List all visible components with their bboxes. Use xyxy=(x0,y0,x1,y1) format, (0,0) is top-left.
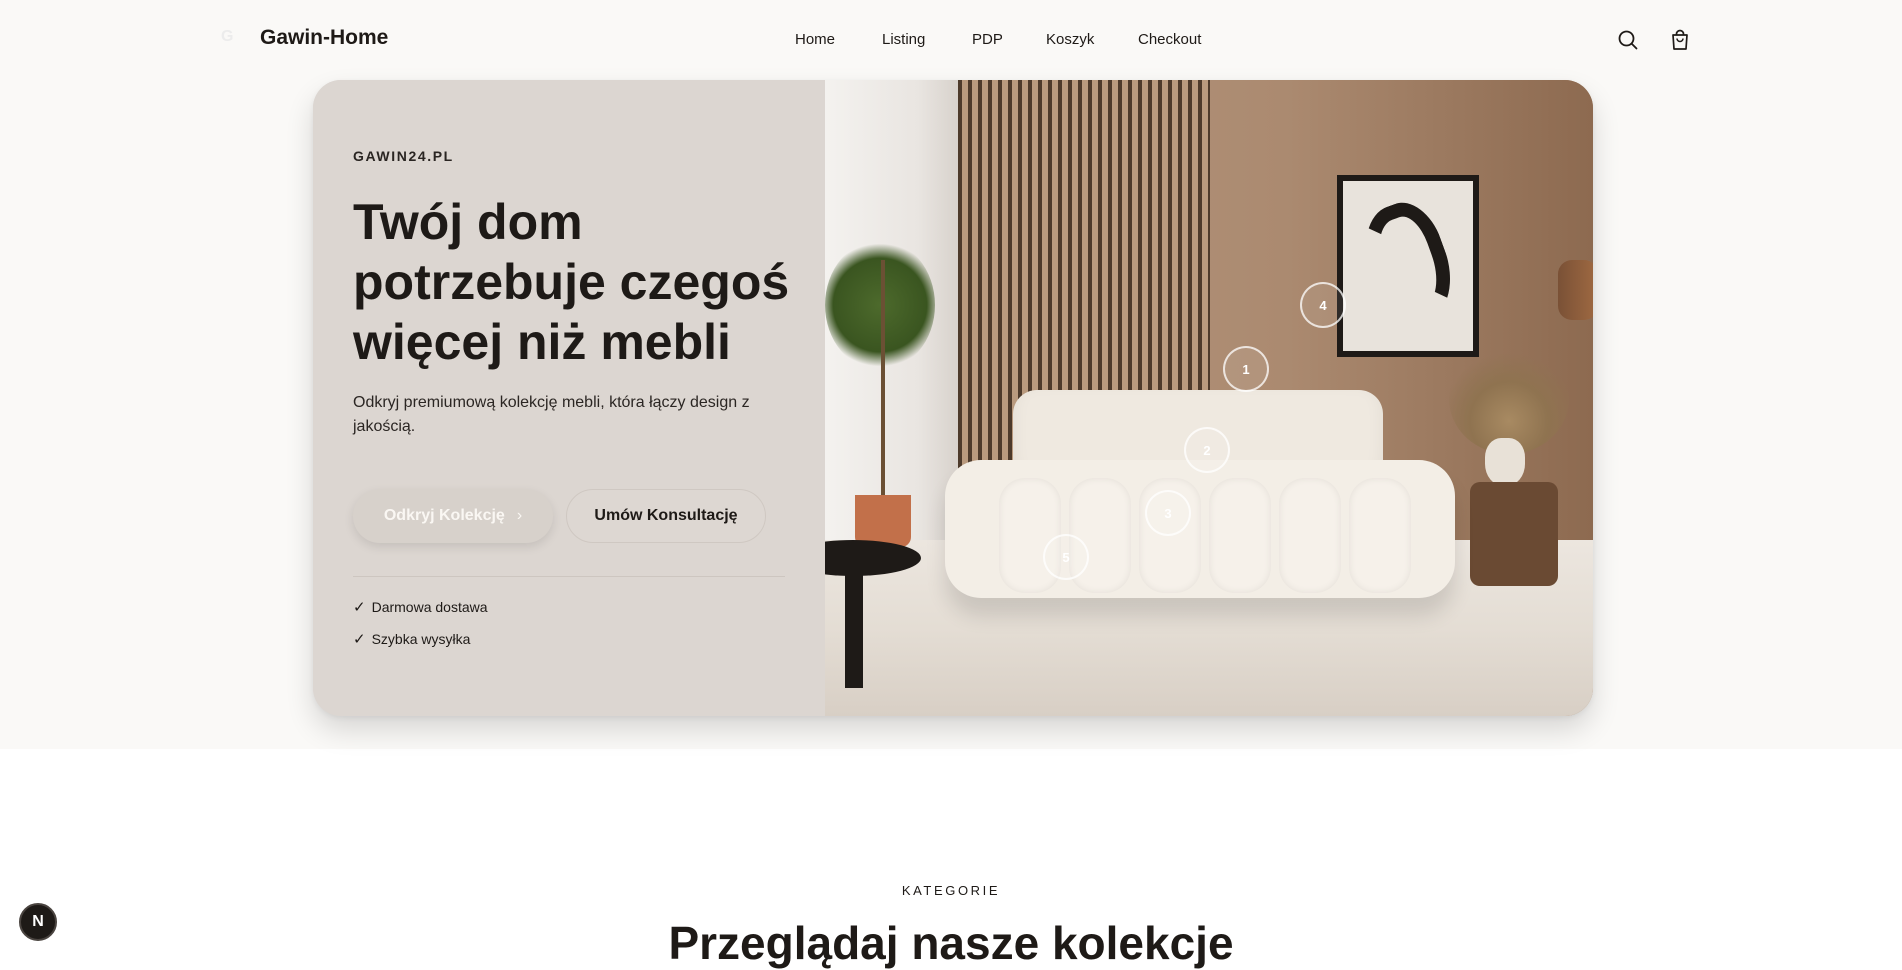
nav-koszyk[interactable]: Koszyk xyxy=(1046,31,1094,48)
hero-eyebrow: GAWIN24.PL xyxy=(353,148,454,164)
divider xyxy=(353,576,785,577)
nav-checkout[interactable]: Checkout xyxy=(1138,31,1201,48)
nav-listing[interactable]: Listing xyxy=(882,31,925,48)
hotspot-1[interactable]: 1 xyxy=(1223,346,1269,392)
vase xyxy=(1485,438,1525,486)
hotspot-4[interactable]: 4 xyxy=(1300,282,1346,328)
plant-stem xyxy=(881,260,885,500)
perk-fast-shipping: ✓ Szybka wysyłka xyxy=(353,630,470,648)
categories-eyebrow: KATEGORIE xyxy=(901,883,1001,898)
side-stool xyxy=(1470,482,1558,586)
perk-free-delivery: ✓ Darmowa dostawa xyxy=(353,598,488,616)
check-icon: ✓ xyxy=(353,631,366,648)
pendant-lamp xyxy=(1558,260,1593,320)
logo-mark[interactable]: G xyxy=(221,28,237,52)
check-icon: ✓ xyxy=(353,599,366,616)
nav-pdp[interactable]: PDP xyxy=(972,31,1003,48)
perk-label: Szybka wysyłka xyxy=(371,631,471,647)
categories-title: Przeglądaj nasze kolekcje xyxy=(668,917,1234,969)
chevron-right-icon: › xyxy=(516,507,523,524)
book-consultation-button[interactable]: Umów Konsultację xyxy=(566,489,766,543)
wall-art xyxy=(1337,175,1479,357)
plant xyxy=(825,240,935,370)
hotspot-3[interactable]: 3 xyxy=(1145,490,1191,536)
hotspot-2[interactable]: 2 xyxy=(1184,427,1230,473)
hero-image: 1 2 3 4 5 xyxy=(825,80,1593,716)
discover-collection-label: Odkryj Kolekcję xyxy=(383,507,505,524)
search-icon[interactable] xyxy=(1617,28,1639,52)
dev-indicator-badge[interactable]: N xyxy=(19,903,57,941)
hero-headline: Twój dom potrzebuje czegoś więcej niż me… xyxy=(353,194,790,370)
hotspot-5[interactable]: 5 xyxy=(1043,534,1089,580)
perk-label: Darmowa dostawa xyxy=(371,599,488,615)
brand-logo[interactable]: Gawin-Home xyxy=(260,26,388,50)
coffee-table xyxy=(825,540,921,716)
site-header: G Gawin-Home Home Listing PDP Koszyk Che… xyxy=(0,0,1902,80)
discover-collection-button[interactable]: Odkryj Kolekcję › xyxy=(353,489,553,543)
nav-home[interactable]: Home xyxy=(795,31,835,48)
shopping-bag-icon[interactable] xyxy=(1669,28,1691,52)
hero-subtext: Odkryj premiumową kolekcję mebli, która … xyxy=(353,394,750,435)
hero-content: GAWIN24.PL Twój dom potrzebuje czegoś wi… xyxy=(313,80,825,716)
sofa xyxy=(945,460,1455,598)
hero-card: GAWIN24.PL Twój dom potrzebuje czegoś wi… xyxy=(313,80,1593,716)
